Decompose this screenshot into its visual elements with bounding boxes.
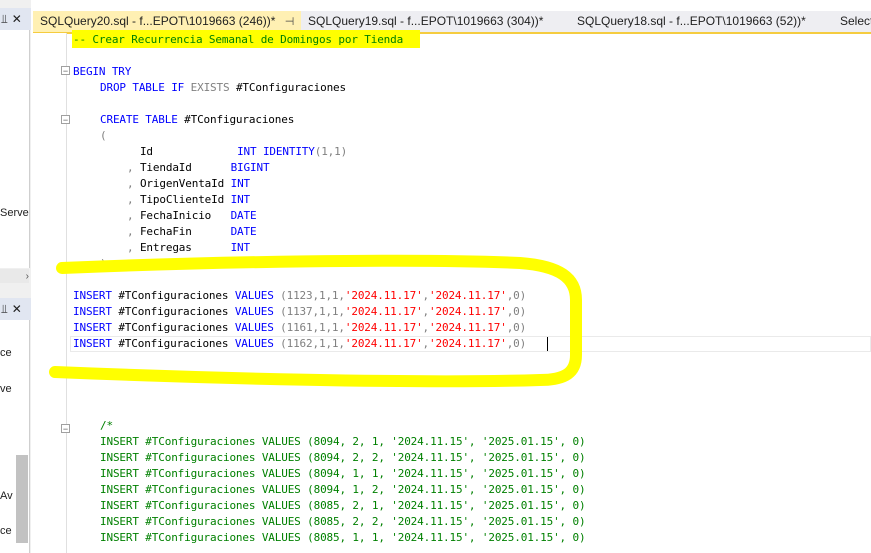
column-def: Id INT IDENTITY(1,1) — [139, 145, 348, 158]
commented-insert: INSERT #TConfiguraciones VALUES (8085, 2… — [100, 515, 586, 528]
commented-insert: INSERT #TConfiguraciones VALUES (8085, 1… — [100, 531, 586, 544]
column-def: , TiendaId BIGINT — [127, 161, 270, 174]
property-fragment: ve — [0, 383, 12, 395]
comment-header: -- Crear Recurrencia Semanal de Domingos… — [73, 33, 404, 46]
tab-sqlquery18[interactable]: SQLQuery18.sql - f...EPOT\1019663 (52))* — [570, 11, 832, 32]
open-paren: ( — [100, 129, 107, 142]
object-explorer-panel[interactable]: Serve — [0, 30, 30, 268]
column-def: , TipoClienteId INT — [127, 193, 251, 206]
commented-insert: INSERT #TConfiguraciones VALUES (8094, 2… — [100, 451, 586, 464]
left-dock-strip: ⫫ ✕ Serve › ⫫ ✕ ce ve Av ce — [0, 0, 31, 553]
tab-label: Select — [840, 14, 871, 28]
close-paren: ) — [100, 257, 107, 270]
vertical-scroll-thumb[interactable] — [16, 455, 28, 543]
commented-insert: INSERT #TConfiguraciones VALUES (8085, 2… — [100, 499, 586, 512]
text-caret — [547, 337, 548, 351]
close-icon[interactable]: ✕ — [12, 12, 22, 26]
outline-guide — [66, 33, 67, 553]
property-fragment: ce — [0, 347, 12, 359]
collapse-icon[interactable]: − — [61, 66, 70, 76]
column-def: , OrigenVentaId INT — [127, 177, 251, 190]
tab-select[interactable]: Select — [833, 11, 871, 32]
editor-margin — [33, 33, 66, 553]
comment-block-open: /* — [100, 419, 113, 432]
properties-panel[interactable]: ce ve Av ce — [0, 320, 30, 553]
pin-icon[interactable]: ⊣ — [285, 16, 295, 28]
property-fragment: ce — [0, 525, 12, 537]
commented-insert: INSERT #TConfiguraciones VALUES (8094, 1… — [100, 483, 586, 496]
column-def: , Entregas INT — [127, 241, 250, 254]
property-fragment: Av — [0, 490, 13, 502]
properties-header: ⫫ ✕ — [0, 298, 31, 320]
scroll-right-icon[interactable]: › — [26, 271, 29, 282]
begin-try: BEGIN TRY — [73, 65, 132, 78]
column-def: , FechaInicio DATE — [127, 209, 257, 222]
insert-row: INSERT #TConfiguraciones VALUES (1161,1,… — [73, 321, 527, 334]
object-explorer-header: ⫫ ✕ — [0, 8, 31, 30]
pin-icon[interactable]: ⫫ — [1, 302, 8, 317]
tab-sqlquery19[interactable]: SQLQuery19.sql - f...EPOT\1019663 (304))… — [301, 11, 566, 32]
close-icon[interactable]: ✕ — [12, 302, 22, 316]
collapse-icon[interactable]: − — [61, 115, 70, 125]
create-statement: CREATE TABLE #TConfiguraciones — [100, 113, 295, 126]
insert-row: INSERT #TConfiguraciones VALUES (1137,1,… — [73, 305, 527, 318]
commented-insert: INSERT #TConfiguraciones VALUES (8094, 2… — [100, 435, 586, 448]
collapse-icon[interactable]: − — [61, 424, 70, 434]
tab-label: SQLQuery20.sql - f...EPOT\1019663 (246))… — [40, 14, 276, 28]
horizontal-scrollbar[interactable]: › — [0, 269, 29, 283]
drop-statement: DROP TABLE IF EXISTS #TConfiguraciones — [100, 81, 346, 94]
commented-insert: INSERT #TConfiguraciones VALUES (8094, 1… — [100, 467, 586, 480]
column-def: , FechaFin DATE — [127, 225, 257, 238]
tab-sqlquery20[interactable]: SQLQuery20.sql - f...EPOT\1019663 (246))… — [33, 11, 301, 32]
tab-label: SQLQuery19.sql - f...EPOT\1019663 (304))… — [308, 14, 544, 28]
tab-label: SQLQuery18.sql - f...EPOT\1019663 (52))* — [577, 14, 806, 28]
tree-node-fragment[interactable]: Serve — [0, 207, 29, 219]
insert-row: INSERT #TConfiguraciones VALUES (1123,1,… — [73, 289, 527, 302]
pin-icon[interactable]: ⫫ — [1, 12, 8, 27]
insert-row: INSERT #TConfiguraciones VALUES (1162,1,… — [73, 337, 527, 350]
